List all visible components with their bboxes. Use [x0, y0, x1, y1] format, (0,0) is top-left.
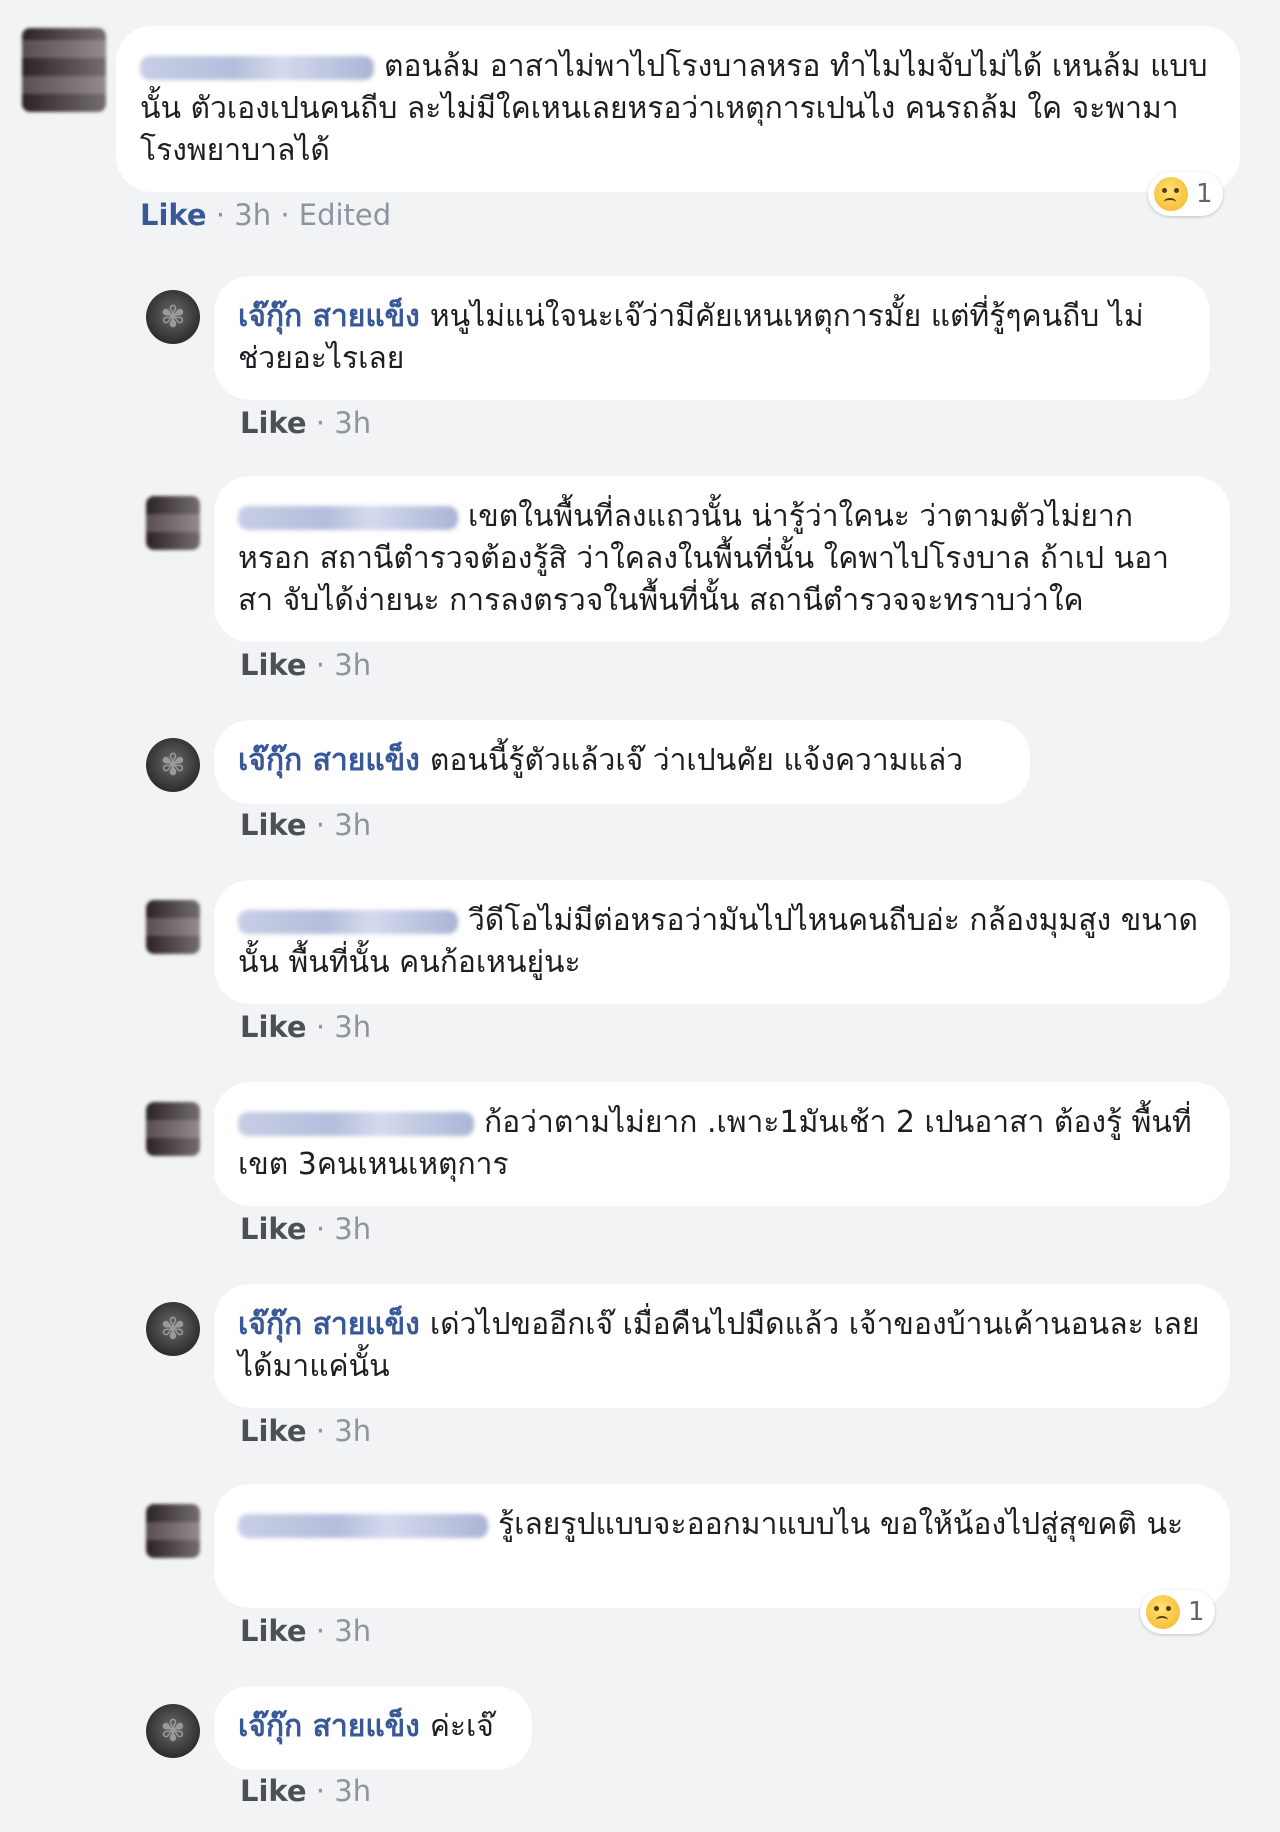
comment-actions: Like · 3h · Edited — [140, 198, 391, 232]
separator: · — [315, 1774, 326, 1808]
author-name-redacted[interactable] — [140, 55, 374, 80]
separator: · — [315, 648, 326, 682]
like-button[interactable]: Like — [240, 1774, 307, 1808]
author-name[interactable]: เจ๊กุ๊ก สายแข็ง — [238, 1307, 420, 1342]
separator: · — [315, 1212, 326, 1246]
comment-bubble: ตอนล้ม อาสาไม่พาไปโรงบาลหรอ ทำไมไมจับไม่… — [116, 26, 1240, 192]
separator: · — [315, 406, 326, 440]
author-name[interactable]: เจ๊กุ๊ก สายแข็ง — [238, 743, 420, 778]
avatar[interactable] — [146, 496, 200, 550]
comment-bubble: เจ๊กุ๊ก สายแข็ง ค่ะเจ๊ — [214, 1686, 532, 1770]
avatar[interactable] — [146, 900, 200, 954]
author-name[interactable]: เจ๊กุ๊ก สายแข็ง — [238, 1709, 420, 1744]
author-name-redacted[interactable] — [238, 505, 458, 530]
like-button[interactable]: Like — [240, 1010, 307, 1044]
comment-bubble: เจ๊กุ๊ก สายแข็ง เด่วไปขออีกเจ๊ เมื่อคืนไป… — [214, 1284, 1230, 1408]
avatar[interactable]: ✾ — [146, 738, 200, 792]
sad-face-icon — [1146, 1595, 1180, 1629]
like-button[interactable]: Like — [240, 1414, 307, 1448]
author-name[interactable]: เจ๊กุ๊ก สายแข็ง — [238, 299, 420, 334]
comment-bubble: เขตในพื้นที่ลงแถวนั้น น่ารู้ว่าใคนะ ว่าต… — [214, 476, 1230, 642]
avatar[interactable]: ✾ — [146, 1302, 200, 1356]
comment-actions: Like · 3h — [240, 1212, 371, 1246]
avatar[interactable]: ✾ — [146, 1704, 200, 1758]
comment-actions: Like · 3h — [240, 1614, 371, 1648]
timestamp[interactable]: 3h — [334, 808, 371, 842]
reaction-count: 1 — [1188, 1597, 1205, 1627]
separator: · — [280, 198, 290, 232]
author-name-redacted[interactable] — [238, 1111, 474, 1136]
reaction-summary[interactable]: 1 — [1148, 172, 1223, 216]
like-button[interactable]: Like — [240, 648, 307, 682]
timestamp[interactable]: 3h — [334, 1010, 371, 1044]
sad-face-icon — [1154, 177, 1188, 211]
comment-bubble: เจ๊กุ๊ก สายแข็ง หนูไม่แน่ใจนะเจ๊ว่ามีคัยเ… — [214, 276, 1210, 400]
separator: · — [215, 198, 226, 232]
comment-text: รู้เลยรูปแบบจะออกมาแบบไน ขอให้น้องไปสู่ส… — [498, 1507, 1184, 1542]
author-name-redacted[interactable] — [238, 1513, 488, 1538]
comment-bubble: ก้อว่าตามไม่ยาก .เพาะ1มันเช้า 2 เปนอาสา … — [214, 1082, 1230, 1206]
like-button[interactable]: Like — [240, 1212, 307, 1246]
comment-text: ค่ะเจ๊ — [429, 1709, 494, 1744]
timestamp[interactable]: 3h — [334, 1414, 371, 1448]
reaction-count: 1 — [1196, 179, 1213, 209]
comment-actions: Like · 3h — [240, 406, 371, 440]
avatar[interactable] — [146, 1504, 200, 1558]
comment-text: ตอนนี้รู้ตัวแล้วเจ๊ ว่าเปนคัย แจ้งความแล… — [429, 743, 964, 778]
reaction-summary[interactable]: 1 — [1140, 1590, 1215, 1634]
comment-bubble: รู้เลยรูปแบบจะออกมาแบบไน ขอให้น้องไปสู่ส… — [214, 1484, 1230, 1608]
comment-actions: Like · 3h — [240, 1774, 371, 1808]
comment-actions: Like · 3h — [240, 1010, 371, 1044]
like-button[interactable]: Like — [240, 1614, 307, 1648]
timestamp[interactable]: 3h — [334, 1774, 371, 1808]
separator: · — [315, 1414, 326, 1448]
avatar[interactable] — [22, 28, 106, 112]
separator: · — [315, 1010, 326, 1044]
author-name-redacted[interactable] — [238, 909, 458, 934]
comment-bubble: เจ๊กุ๊ก สายแข็ง ตอนนี้รู้ตัวแล้วเจ๊ ว่าเป… — [214, 720, 1030, 804]
like-button[interactable]: Like — [140, 198, 207, 232]
like-button[interactable]: Like — [240, 406, 307, 440]
edited-label[interactable]: Edited — [299, 198, 391, 232]
timestamp[interactable]: 3h — [334, 648, 371, 682]
avatar[interactable]: ✾ — [146, 290, 200, 344]
avatar[interactable] — [146, 1102, 200, 1156]
timestamp[interactable]: 3h — [334, 1614, 371, 1648]
separator: · — [315, 1614, 326, 1648]
timestamp[interactable]: 3h — [234, 198, 271, 232]
comment-bubble: วีดีโอไม่มีต่อหรอว่ามันไปไหนคนถีบอ่ะ กล้… — [214, 880, 1230, 1004]
timestamp[interactable]: 3h — [334, 1212, 371, 1246]
comment-actions: Like · 3h — [240, 1414, 371, 1448]
comment-actions: Like · 3h — [240, 648, 371, 682]
timestamp[interactable]: 3h — [334, 406, 371, 440]
separator: · — [315, 808, 326, 842]
comment-actions: Like · 3h — [240, 808, 371, 842]
like-button[interactable]: Like — [240, 808, 307, 842]
